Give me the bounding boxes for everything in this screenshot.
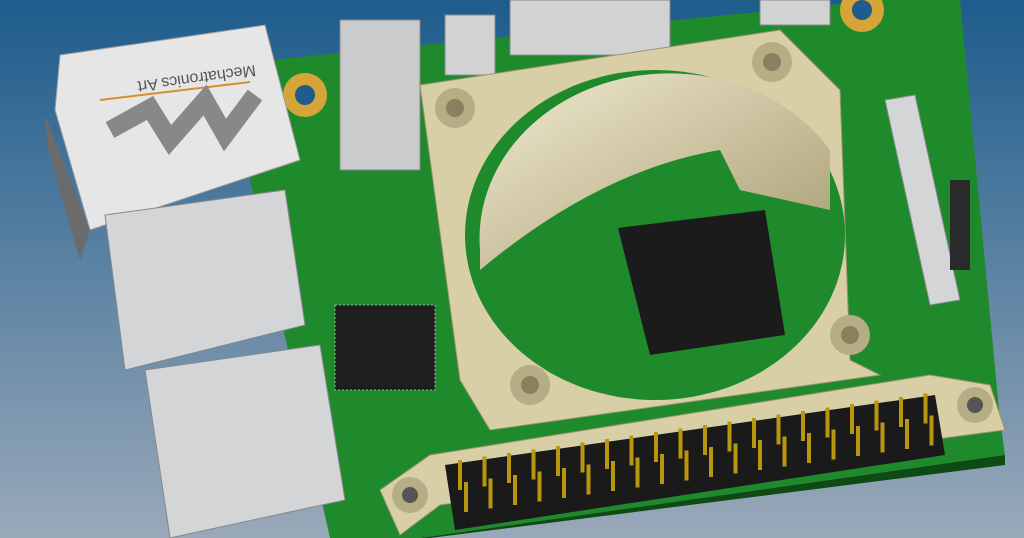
audio-jack bbox=[339, 19, 421, 171]
sd-card-slot bbox=[950, 180, 970, 270]
screw-hole bbox=[510, 365, 550, 405]
mounting-hole bbox=[283, 73, 327, 117]
hdmi-port bbox=[509, 0, 671, 56]
cad-render-viewport[interactable]: Mechatronics Art bbox=[0, 0, 1024, 538]
usb-controller-chip bbox=[334, 304, 436, 391]
mounting-hole bbox=[392, 477, 428, 513]
usb-c-port bbox=[759, 0, 831, 26]
mounting-hole bbox=[957, 387, 993, 423]
screw-hole bbox=[752, 42, 792, 82]
screw-hole bbox=[830, 315, 870, 355]
screw-hole bbox=[435, 88, 475, 128]
hdmi-port bbox=[444, 14, 496, 76]
